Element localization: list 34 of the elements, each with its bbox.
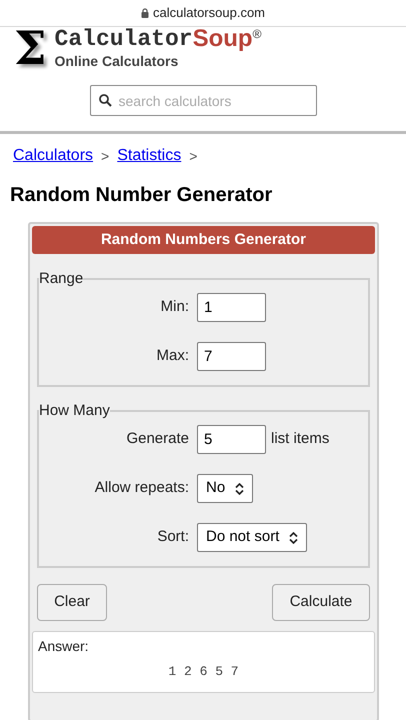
- calculator-header: Random Numbers Generator: [32, 226, 375, 254]
- field-label: Generate: [125, 429, 189, 450]
- breadcrumb-separator: >: [101, 146, 110, 166]
- logo-symbol: Σ: [14, 25, 47, 71]
- breadcrumb-link[interactable]: Calculators: [13, 144, 94, 168]
- lock-icon: [141, 8, 149, 18]
- search-icon: [98, 94, 112, 107]
- section-legend: Range: [39, 271, 84, 287]
- logo-wordmark: Calculator: [54, 27, 193, 51]
- field-label: Allow repeats:: [94, 478, 189, 498]
- address-bar-url[interactable]: calculatorsoup.com: [153, 3, 265, 23]
- dropdown-select[interactable]: No: [197, 474, 254, 503]
- field-label: Min:: [160, 297, 189, 318]
- chevron-up-down-icon: [235, 482, 244, 494]
- breadcrumb-link[interactable]: Statistics: [117, 144, 182, 168]
- breadcrumb-separator: >: [189, 146, 198, 166]
- section-legend: How Many: [39, 403, 110, 419]
- logo-wordmark: Soup: [192, 27, 253, 51]
- number-input[interactable]: 1: [197, 293, 266, 322]
- answer-value: 1 2 6 5 7: [168, 663, 239, 681]
- answer-label: Answer:: [38, 638, 90, 654]
- number-input[interactable]: 7: [197, 342, 266, 371]
- dropdown-select[interactable]: Do not sort: [197, 523, 308, 552]
- page-title: Random Number Generator: [9, 183, 274, 208]
- search-field[interactable]: search calculators: [90, 85, 316, 116]
- field-suffix: list items: [271, 429, 330, 450]
- logo-tagline: Online Calculators: [54, 53, 180, 69]
- field-label: Sort:: [156, 527, 189, 548]
- form-button[interactable]: Clear: [37, 584, 107, 621]
- field-label: Max:: [155, 346, 189, 366]
- number-input[interactable]: 5: [197, 425, 266, 454]
- chevron-up-down-icon: [289, 532, 298, 544]
- form-button[interactable]: Calculate: [272, 584, 370, 621]
- registered-mark: ®: [252, 27, 262, 41]
